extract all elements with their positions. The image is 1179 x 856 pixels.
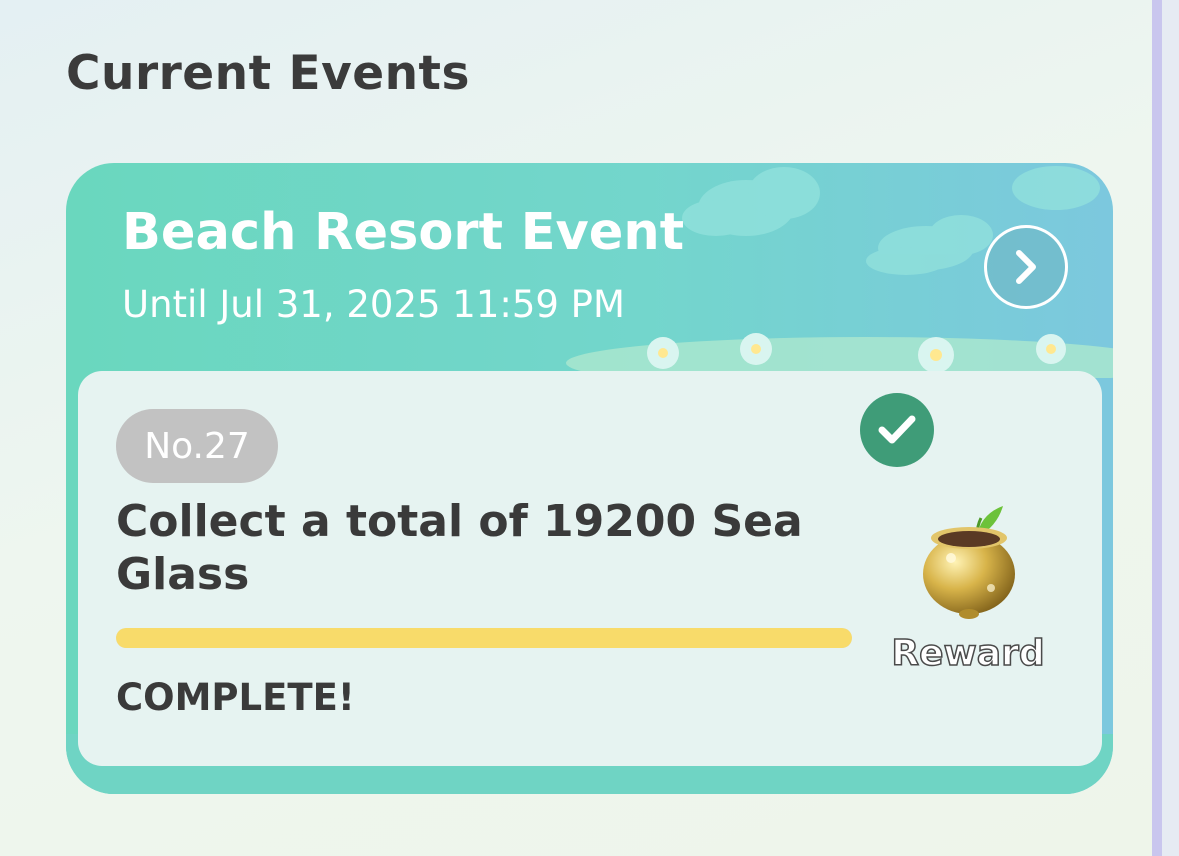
- mission-number-badge: No.27: [116, 409, 278, 483]
- event-title: Beach Resort Event: [122, 203, 685, 262]
- event-date: Until Jul 31, 2025 11:59 PM: [122, 283, 625, 326]
- checkmark-icon: [860, 393, 934, 467]
- chevron-right-icon: [1016, 250, 1036, 284]
- open-event-button[interactable]: [984, 225, 1068, 309]
- scrollbar-thumb[interactable]: [1152, 0, 1162, 856]
- golden-pot-sprout-icon: [923, 506, 1015, 619]
- progress-bar: [116, 628, 852, 648]
- status-text: COMPLETE!: [116, 676, 355, 719]
- section-title: Current Events: [66, 46, 470, 101]
- beach-banner-art: [566, 166, 1113, 378]
- mission-panel[interactable]: No.27 Collect a total of 19200 Sea Glass…: [78, 371, 1102, 766]
- event-card[interactable]: Beach Resort Event Until Jul 31, 2025 11…: [66, 163, 1113, 794]
- progress-fill: [116, 628, 852, 648]
- reward-label: Reward: [891, 632, 1046, 675]
- scrollbar[interactable]: [1152, 0, 1179, 856]
- mission-title: Collect a total of 19200 Sea Glass: [116, 496, 803, 600]
